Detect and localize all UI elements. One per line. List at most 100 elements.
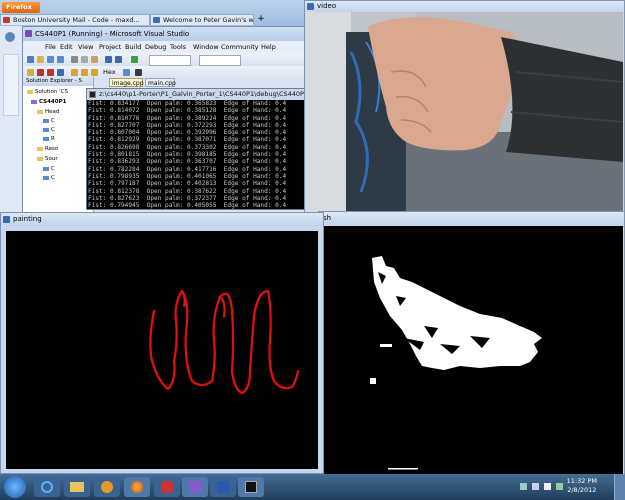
tree-item[interactable]: Sour [37,156,58,162]
editor-tab-main[interactable]: main.cpp [145,78,176,87]
start-button[interactable] [4,476,26,498]
start-debug-icon[interactable] [131,56,138,63]
restart-icon[interactable] [57,69,64,76]
console-line: Fist: 0.801815 Open palm: 0.398185 Edge … [88,151,287,159]
console-line: Fist: 0.834177 Open palm: 0.365823 Edge … [88,100,287,107]
tree-item[interactable]: Head [37,109,59,115]
firefox-icon [131,481,143,493]
network-icon[interactable] [532,483,539,490]
page-content [3,54,19,116]
folder-icon [37,109,43,114]
menu-tools[interactable]: Tools [170,43,186,51]
header-file-icon [43,127,49,132]
console-line: Fist: 0.782284 Open palm: 0.417716 Edge … [88,165,287,173]
painting-window: painting [0,212,324,474]
menu-file[interactable]: File [45,43,56,51]
menu-build[interactable]: Build [125,43,141,51]
gmail-icon [3,17,10,23]
threshold-title: sh [323,214,332,222]
console-line: Fist: 0.798935 Open palm: 0.401065 Edge … [88,172,287,180]
output-icon[interactable] [135,69,142,76]
tray-icon[interactable] [520,483,527,490]
tree-item[interactable]: R [43,136,55,142]
solution-explorer: Solution Explorer - S Solution 'CS CS440… [23,77,94,215]
config-dropdown[interactable] [149,55,191,66]
painting-canvas[interactable] [6,231,318,469]
tree-item[interactable]: C [43,175,55,181]
undo-icon[interactable] [105,56,112,63]
browser-tab-mail[interactable]: Boston University Mail - Code - maxd... [0,14,150,25]
app-icon [161,481,173,493]
taskbar-console[interactable] [238,477,264,497]
menu-community[interactable]: Community [221,43,259,51]
binary-hand-mask [320,226,623,478]
vs-title-bar[interactable]: CS440P1 (Running) - Microsoft Visual Stu… [23,27,307,41]
tree-item[interactable]: Reso [37,146,58,152]
header-file-icon [43,118,49,123]
tree-item[interactable]: C [43,118,55,124]
console-line: Fist: 0.814072 Open palm: 0.385128 Edge … [88,107,287,115]
open-icon[interactable] [37,56,44,63]
console-line: Fist: 0.797187 Open palm: 0.402813 Edge … [88,180,287,188]
step-out-icon[interactable] [91,69,98,76]
console-icon [89,91,96,98]
save-icon[interactable] [47,56,54,63]
menu-project[interactable]: Project [99,43,121,51]
new-project-icon[interactable] [27,56,34,63]
solution-icon [27,89,33,94]
tab-label: Boston University Mail - Code - maxd... [13,16,140,24]
tree-item[interactable]: Solution 'CS [27,89,68,95]
taskbar-word[interactable] [210,477,236,497]
menu-help[interactable]: Help [261,43,276,51]
painting-title-bar[interactable]: painting [1,213,323,226]
menu-window[interactable]: Window [193,43,219,51]
cut-icon[interactable] [71,56,78,63]
back-icon[interactable] [5,32,15,42]
continue-icon[interactable] [27,69,34,76]
console-title-bar[interactable]: z:\cs440\p1-Porter\P1_Galvin_Porter_1\CS… [87,89,307,100]
copy-icon[interactable] [81,56,88,63]
console-line: Fist: 0.794945 Open palm: 0.405055 Edge … [88,202,287,209]
tree-item[interactable]: CS440P1 [31,99,66,105]
taskbar-app[interactable] [154,477,180,497]
new-tab-button[interactable]: + [256,14,266,25]
video-title-bar[interactable]: video [305,1,624,12]
firefox-menu-button[interactable]: Firefox [2,2,40,13]
taskbar-media[interactable] [94,477,120,497]
step-into-icon[interactable] [71,69,78,76]
tree-item[interactable]: C [43,166,55,172]
save-all-icon[interactable] [57,56,64,63]
threshold-title-bar[interactable]: sh [319,212,624,225]
console-line: Fist: 0.827707 Open palm: 0.372293 Edge … [88,121,287,129]
vs-menu-bar: File Edit View Project Build Debug Tools… [23,41,307,53]
console-icon [245,481,257,493]
volume-icon[interactable] [544,483,551,490]
menu-debug[interactable]: Debug [145,43,166,51]
page-icon [153,17,160,23]
breakpoints-icon[interactable] [123,69,130,76]
taskbar-visual-studio[interactable] [182,477,208,497]
taskbar-explorer[interactable] [64,477,90,497]
stop-icon[interactable] [37,69,44,76]
header-file-icon [43,136,49,141]
find-combo[interactable] [199,55,241,66]
step-over-icon[interactable] [81,69,88,76]
menu-edit[interactable]: Edit [60,43,73,51]
redo-icon[interactable] [115,56,122,63]
battery-icon[interactable] [556,483,563,490]
clock-date: 2/8/2012 [567,486,597,494]
menu-view[interactable]: View [78,43,93,51]
tree-item[interactable]: C [43,127,55,133]
taskbar-ie[interactable] [34,477,60,497]
clock[interactable]: 11:32 PM 2/8/2012 [567,477,597,495]
editor-tab-image[interactable]: image.cpp [109,78,144,87]
window-icon [307,3,314,10]
word-icon [217,481,229,493]
hex-toggle[interactable]: Hex [103,68,116,76]
browser-tab-gavin[interactable]: Welcome to Peter Gavin's web page [150,14,254,25]
paste-icon[interactable] [91,56,98,63]
taskbar-firefox[interactable] [124,477,150,497]
break-icon[interactable] [47,69,54,76]
console-line: Fist: 0.810776 Open palm: 0.389224 Edge … [88,114,287,122]
show-desktop-button[interactable] [614,474,625,500]
